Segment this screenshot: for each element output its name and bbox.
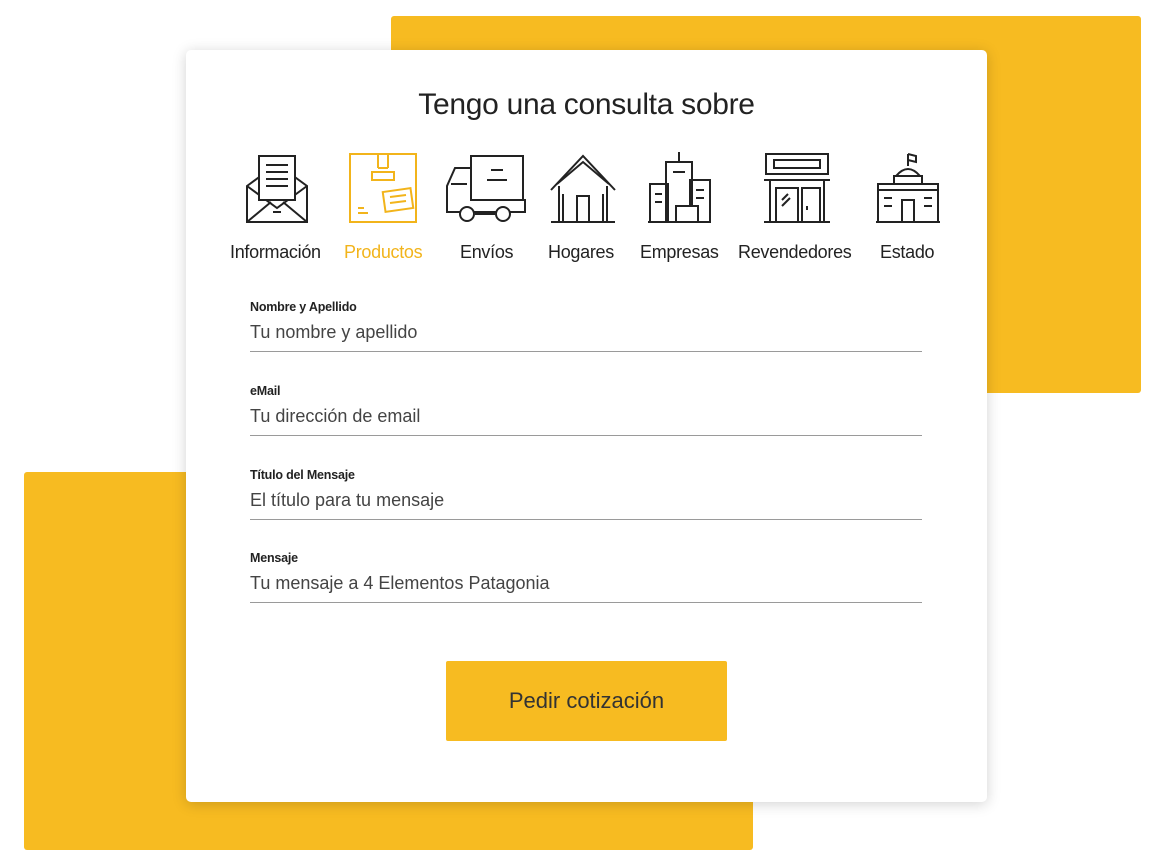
category-label: Hogares bbox=[548, 242, 614, 262]
message-field-label: Mensaje bbox=[250, 551, 298, 565]
name-input[interactable] bbox=[250, 322, 922, 352]
form-title: Tengo una consulta sobre bbox=[418, 88, 755, 121]
subject-field: Título del Mensaje bbox=[250, 468, 922, 520]
open-envelope-icon bbox=[245, 150, 309, 224]
category-label: Productos bbox=[344, 242, 423, 262]
category-label: Revendedores bbox=[738, 242, 852, 262]
subject-input[interactable] bbox=[250, 490, 922, 520]
category-label: Información bbox=[230, 242, 321, 262]
subject-field-label: Título del Mensaje bbox=[250, 468, 355, 482]
package-box-icon bbox=[348, 150, 418, 224]
email-field: eMail bbox=[250, 384, 922, 436]
email-field-label: eMail bbox=[250, 384, 281, 398]
category-label: Envíos bbox=[460, 242, 514, 262]
message-field: Mensaje bbox=[250, 551, 922, 603]
delivery-truck-icon bbox=[445, 150, 527, 224]
government-building-icon bbox=[874, 150, 942, 224]
name-field: Nombre y Apellido bbox=[250, 300, 922, 352]
name-field-label: Nombre y Apellido bbox=[250, 300, 357, 314]
storefront-icon bbox=[762, 150, 832, 224]
category-label: Estado bbox=[880, 242, 935, 262]
house-icon bbox=[549, 150, 617, 224]
category-label: Empresas bbox=[640, 242, 719, 262]
message-input[interactable] bbox=[250, 573, 922, 603]
email-input[interactable] bbox=[250, 406, 922, 436]
office-buildings-icon bbox=[646, 150, 712, 224]
request-quote-button[interactable]: Pedir cotización bbox=[446, 661, 727, 741]
